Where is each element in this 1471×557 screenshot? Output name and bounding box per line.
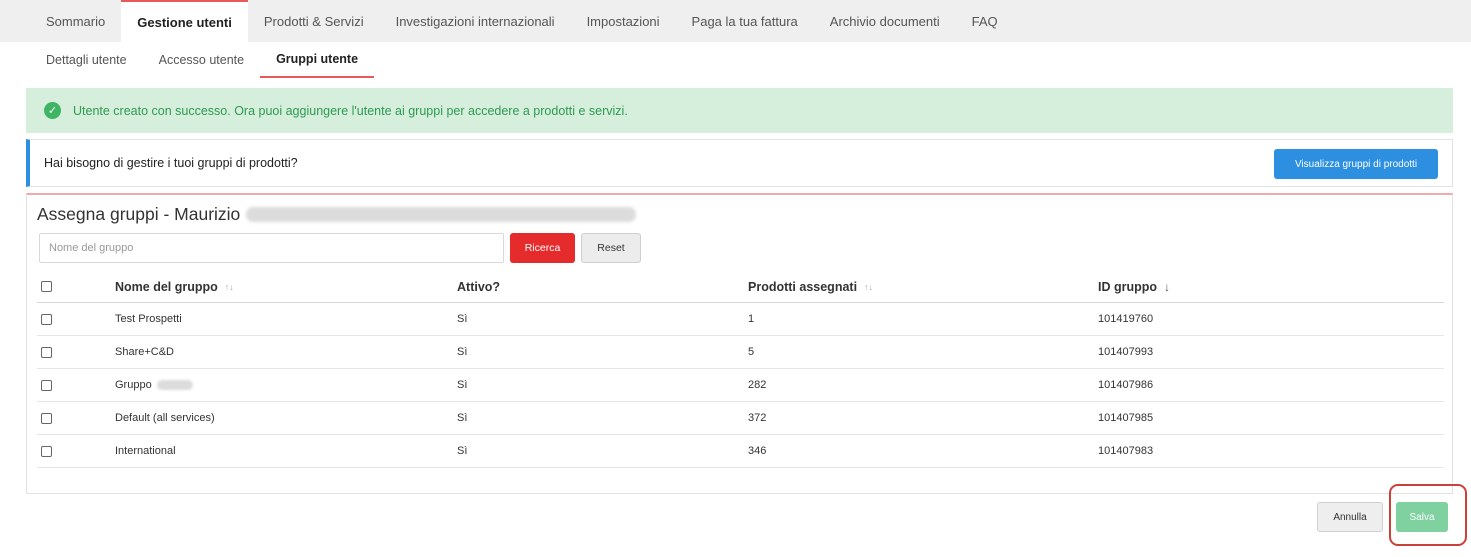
group-active-cell: Sì — [457, 346, 468, 358]
cancel-button[interactable]: Annulla — [1317, 502, 1383, 532]
row-checkbox[interactable] — [41, 379, 52, 391]
group-name-cell: Default (all services) — [115, 412, 215, 424]
group-name-text: Gruppo — [115, 379, 152, 391]
select-all-checkbox[interactable] — [41, 281, 52, 292]
groups-table: Nome del gruppo ↑↓ Attivo? Prodotti asse… — [37, 271, 1444, 468]
group-active-cell: Sì — [457, 313, 468, 325]
success-message: Utente creato con successo. Ora puoi agg… — [73, 103, 628, 118]
group-products-cell: 5 — [748, 346, 755, 358]
row-checkbox[interactable] — [41, 313, 52, 325]
row-checkbox[interactable] — [41, 346, 52, 358]
table-header-row: Nome del gruppo ↑↓ Attivo? Prodotti asse… — [37, 271, 1444, 303]
column-header-active: Attivo? — [457, 279, 501, 294]
group-name-cell: Gruppo — [115, 369, 193, 401]
column-id-label: ID gruppo — [1098, 279, 1158, 294]
tab-faq[interactable]: FAQ — [956, 0, 1014, 42]
group-id-cell: 101407986 — [1098, 379, 1154, 391]
assign-groups-panel: Assegna gruppi - Maurizio Ricerca Reset … — [26, 193, 1453, 494]
tab-prodotti-servizi[interactable]: Prodotti & Servizi — [248, 0, 380, 42]
group-name-cell: Test Prospetti — [115, 313, 182, 325]
sort-icon[interactable]: ↑↓ — [864, 282, 873, 292]
group-id-cell: 101407985 — [1098, 412, 1154, 424]
sort-icon[interactable]: ↑↓ — [225, 282, 234, 292]
group-products-cell: 346 — [748, 445, 767, 457]
group-id-cell: 101419760 — [1098, 313, 1154, 325]
search-button[interactable]: Ricerca — [510, 233, 575, 263]
group-active-cell: Sì — [457, 412, 468, 424]
tab-gestione-utenti[interactable]: Gestione utenti — [121, 0, 248, 42]
column-header-products[interactable]: Prodotti assegnati ↑↓ — [748, 271, 873, 302]
sub-navigation: Dettagli utente Accesso utente Gruppi ut… — [30, 42, 375, 78]
row-checkbox[interactable] — [41, 445, 52, 457]
panel-title: Assegna gruppi - Maurizio — [37, 204, 637, 225]
table-row: Test Prospetti Sì 1 101419760 — [37, 303, 1444, 336]
group-name-cell: International — [115, 445, 176, 457]
group-products-cell: 282 — [748, 379, 767, 391]
group-products-cell: 372 — [748, 412, 767, 424]
tab-investigazioni-internazionali[interactable]: Investigazioni internazionali — [380, 0, 571, 42]
check-circle-icon: ✓ — [44, 102, 61, 119]
tab-archivio-documenti[interactable]: Archivio documenti — [814, 0, 956, 42]
panel-title-text: Assegna gruppi - Maurizio — [37, 204, 241, 224]
sort-descending-icon[interactable]: ↓ — [1164, 280, 1170, 294]
table-row: Gruppo Sì 282 101407986 — [37, 369, 1444, 402]
tab-impostazioni[interactable]: Impostazioni — [571, 0, 676, 42]
manage-groups-info-bar: Hai bisogno di gestire i tuoi gruppi di … — [26, 139, 1453, 187]
group-id-cell: 101407993 — [1098, 346, 1154, 358]
column-header-id[interactable]: ID gruppo ↓ — [1098, 271, 1170, 302]
subtab-dettagli-utente[interactable]: Dettagli utente — [30, 42, 143, 78]
group-name-cell: Share+C&D — [115, 346, 175, 358]
tab-paga-fattura[interactable]: Paga la tua fattura — [676, 0, 814, 42]
info-text: Hai bisogno di gestire i tuoi gruppi di … — [44, 156, 298, 170]
group-active-cell: Sì — [457, 445, 468, 457]
column-products-label: Prodotti assegnati — [748, 279, 858, 294]
save-button[interactable]: Salva — [1396, 502, 1448, 532]
redacted-user-info — [246, 207, 637, 222]
group-products-cell: 1 — [748, 313, 755, 325]
table-row: Default (all services) Sì 372 101407985 — [37, 402, 1444, 435]
group-active-cell: Sì — [457, 379, 468, 391]
group-id-cell: 101407983 — [1098, 445, 1154, 457]
reset-button[interactable]: Reset — [581, 233, 641, 263]
column-header-name[interactable]: Nome del gruppo ↑↓ — [115, 271, 234, 302]
group-name-search-input[interactable] — [39, 233, 504, 263]
row-checkbox[interactable] — [41, 412, 52, 424]
table-row: International Sì 346 101407983 — [37, 435, 1444, 468]
table-row: Share+C&D Sì 5 101407993 — [37, 336, 1444, 369]
top-navigation: Sommario Gestione utenti Prodotti & Serv… — [0, 0, 1471, 42]
success-alert: ✓ Utente creato con successo. Ora puoi a… — [26, 88, 1453, 133]
subtab-gruppi-utente[interactable]: Gruppi utente — [260, 42, 375, 78]
column-name-label: Nome del gruppo — [115, 279, 218, 294]
tab-sommario[interactable]: Sommario — [30, 0, 121, 42]
redacted-group-suffix — [156, 380, 193, 390]
view-product-groups-button[interactable]: Visualizza gruppi di prodotti — [1274, 149, 1438, 179]
subtab-accesso-utente[interactable]: Accesso utente — [143, 42, 260, 78]
